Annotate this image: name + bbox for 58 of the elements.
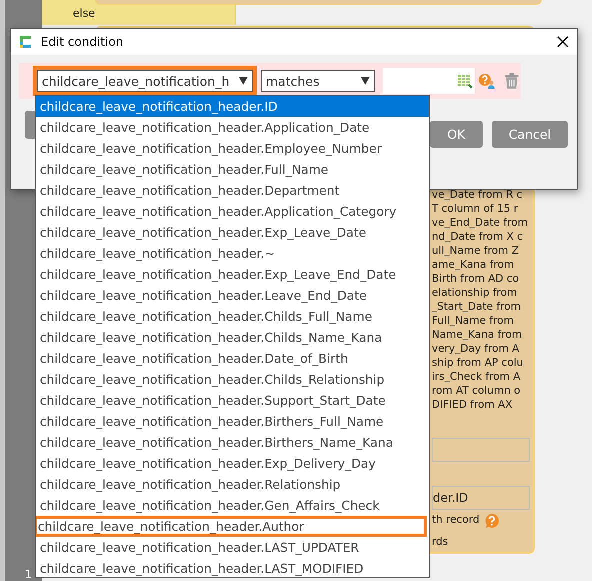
dropdown-option[interactable]: childcare_leave_notification_header.Exp_Leave_End_Date xyxy=(36,264,429,285)
input-field[interactable]: der.ID xyxy=(432,486,530,510)
panel-text: nd_Date from X c xyxy=(432,230,524,244)
dialog-title: Edit condition xyxy=(41,35,125,49)
dropdown-option[interactable]: childcare_leave_notification_header.Exp_Delivery_Day xyxy=(36,453,429,474)
help-user-icon[interactable] xyxy=(479,73,495,89)
close-icon[interactable] xyxy=(557,36,569,48)
panel-text: T column of 15 r xyxy=(432,202,518,216)
panel-text: ull_Name from Z xyxy=(432,244,520,258)
dropdown-option[interactable]: childcare_leave_notification_header.Childs_Full_Name xyxy=(36,306,429,327)
help-icon[interactable] xyxy=(484,513,500,529)
dropdown-option[interactable]: childcare_leave_notification_header.Relationship xyxy=(36,474,429,495)
dropdown-option[interactable]: childcare_leave_notification_header.Leave_End_Date xyxy=(36,285,429,306)
dropdown-option[interactable]: childcare_leave_notification_header.Childs_Name_Kana xyxy=(36,327,429,348)
dropdown-option[interactable]: childcare_leave_notification_header.ID xyxy=(36,96,429,117)
dropdown-option[interactable]: childcare_leave_notification_header.Gen_Affairs_Check xyxy=(36,495,429,516)
dropdown-option[interactable]: childcare_leave_notification_header.Childs_Relationship xyxy=(36,369,429,390)
dropdown-option[interactable]: childcare_leave_notification_header.Support_Start_Date xyxy=(36,390,429,411)
dropdown-option[interactable]: childcare_leave_notification_header.Exp_Leave_Date xyxy=(36,222,429,243)
panel-text: Name_Kana from xyxy=(432,328,522,342)
operator-select[interactable]: matches xyxy=(261,70,375,92)
dropdown-option[interactable]: childcare_leave_notification_header.Birthers_Name_Kana xyxy=(36,432,429,453)
panel-text: very_Day from A xyxy=(432,342,520,356)
input-field[interactable] xyxy=(432,438,530,462)
else-label: else xyxy=(73,7,96,20)
panel-text: Full_Name from xyxy=(432,314,514,328)
trash-icon[interactable] xyxy=(503,71,521,91)
option-label: th record xyxy=(432,513,480,527)
panel-text: ve_End_Date from xyxy=(432,216,528,230)
button[interactable] xyxy=(25,111,35,139)
value-field[interactable] xyxy=(382,68,475,94)
panel-text: ship from AP colu xyxy=(432,356,524,370)
dropdown-option[interactable]: childcare_leave_notification_header.Date_of_Birth xyxy=(36,348,429,369)
app-logo-icon xyxy=(17,34,33,50)
caret-icon xyxy=(239,77,248,85)
dropdown-option[interactable]: childcare_leave_notification_header.Department xyxy=(36,180,429,201)
dropdown-option[interactable]: childcare_leave_notification_header.LAST_MODIFIED xyxy=(36,558,429,577)
panel-text: ame_Kana from xyxy=(432,258,514,272)
dropdown-option[interactable]: childcare_leave_notification_header.Birthers_Full_Name xyxy=(36,411,429,432)
dropdown-option[interactable]: childcare_leave_notification_header.Application_Date xyxy=(36,117,429,138)
field-select[interactable]: childcare_leave_notification_h xyxy=(37,70,253,92)
panel-text: irs_Check from A xyxy=(432,370,521,384)
panel-text: elationship from xyxy=(432,286,518,300)
line-number: 1 xyxy=(25,569,32,581)
panel-text: rds xyxy=(432,535,448,549)
panel-text: Birth from AD co xyxy=(432,272,520,286)
dropdown-option[interactable]: childcare_leave_notification_header.Application_Category xyxy=(36,201,429,222)
table-icon[interactable] xyxy=(457,73,473,89)
panel-text: ve_Date from R c xyxy=(432,188,523,202)
caret-icon xyxy=(360,77,370,85)
dropdown-option[interactable]: childcare_leave_notification_header.~ xyxy=(36,243,429,264)
panel-text: _Start_Date from xyxy=(432,300,522,314)
dropdown-option[interactable]: childcare_leave_notification_header.Employee_Number xyxy=(36,138,429,159)
panel-text: rom AT column o xyxy=(432,384,521,398)
panel-text: DIFIED from AX xyxy=(432,398,513,412)
dropdown-option[interactable]: childcare_leave_notification_header.LAST_UPDATER xyxy=(36,537,429,558)
dropdown-option[interactable]: childcare_leave_notification_header.Author xyxy=(36,516,427,537)
dropdown-option[interactable]: childcare_leave_notification_header.Full_Name xyxy=(36,159,429,180)
